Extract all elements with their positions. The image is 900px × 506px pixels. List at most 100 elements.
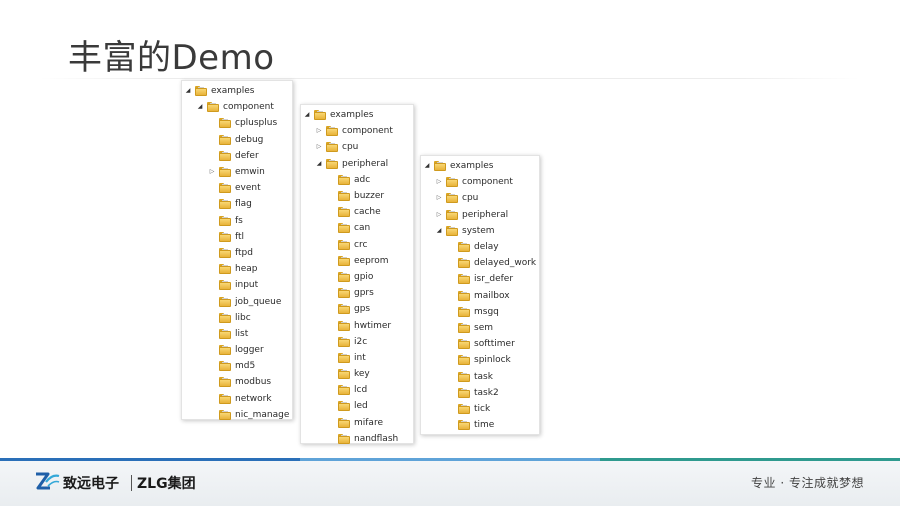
tree-item[interactable]: nic_manage bbox=[182, 407, 292, 423]
folder-icon bbox=[219, 118, 231, 129]
tree-item[interactable]: i2c bbox=[301, 334, 413, 350]
tree-item[interactable]: flag bbox=[182, 196, 292, 212]
logo-divider bbox=[131, 475, 132, 491]
tree-item[interactable]: delay bbox=[421, 239, 539, 255]
folder-icon bbox=[434, 161, 446, 172]
tree-item[interactable]: cplusplus bbox=[182, 115, 292, 131]
tree-item[interactable]: ◢ component bbox=[182, 99, 292, 115]
tree-item[interactable]: mailbox bbox=[421, 288, 539, 304]
tree-item-label: fs bbox=[235, 215, 243, 226]
tree-item[interactable]: ftpd bbox=[182, 245, 292, 261]
expand-arrow-icon[interactable]: ◢ bbox=[315, 160, 323, 167]
folder-tree-panel-peripheral: ◢ examples ▷ component ▷ cpu ◢ peripheral adc buz… bbox=[300, 104, 414, 444]
tree-item[interactable]: key bbox=[301, 366, 413, 382]
footer-accent-line-teal bbox=[600, 458, 900, 461]
tree-item[interactable]: list bbox=[182, 326, 292, 342]
tree-item-label: heap bbox=[235, 264, 258, 275]
folder-icon bbox=[446, 193, 458, 204]
tree-item[interactable]: int bbox=[301, 350, 413, 366]
folder-icon bbox=[458, 242, 470, 253]
tree-item[interactable]: msgq bbox=[421, 304, 539, 320]
tree-item[interactable]: delayed_work bbox=[421, 255, 539, 271]
tree-item[interactable]: task bbox=[421, 368, 539, 384]
tree-item[interactable]: isr_defer bbox=[421, 271, 539, 287]
tree-item[interactable]: ▷ component bbox=[301, 123, 413, 139]
tree-item[interactable]: gpio bbox=[301, 269, 413, 285]
collapse-arrow-icon[interactable]: ▷ bbox=[435, 179, 443, 185]
tree-item-label: hwtimer bbox=[354, 320, 392, 331]
folder-icon bbox=[338, 271, 350, 282]
tree-item[interactable]: libc bbox=[182, 310, 292, 326]
tree-item-label: spinlock bbox=[474, 355, 511, 366]
tree-item[interactable]: time bbox=[421, 417, 539, 433]
folder-icon bbox=[458, 371, 470, 382]
tree-item-label: defer bbox=[235, 150, 259, 161]
expand-arrow-icon[interactable]: ◢ bbox=[435, 227, 443, 234]
tree-item[interactable]: can bbox=[301, 220, 413, 236]
tree-item[interactable]: gps bbox=[301, 301, 413, 317]
tree-item[interactable]: buzzer bbox=[301, 188, 413, 204]
tree-item[interactable]: hwtimer bbox=[301, 317, 413, 333]
folder-icon bbox=[219, 296, 231, 307]
folder-icon bbox=[219, 377, 231, 388]
tree-item[interactable]: ◢ peripheral bbox=[301, 156, 413, 172]
tree-item[interactable]: task2 bbox=[421, 385, 539, 401]
tree-item[interactable]: heap bbox=[182, 261, 292, 277]
tree-item[interactable]: eeprom bbox=[301, 253, 413, 269]
folder-icon bbox=[195, 86, 207, 97]
tree-item[interactable]: ◢ examples bbox=[182, 83, 292, 99]
tree-item-label: component bbox=[342, 126, 393, 137]
tree-item-label: mifare bbox=[354, 417, 383, 428]
tree-item-label: examples bbox=[450, 161, 494, 172]
collapse-arrow-icon[interactable]: ▷ bbox=[435, 195, 443, 201]
tree-item[interactable]: ▷ peripheral bbox=[421, 207, 539, 223]
tree-item[interactable]: nandflash bbox=[301, 431, 413, 447]
collapse-arrow-icon[interactable]: ▷ bbox=[435, 211, 443, 218]
tree-item[interactable]: cache bbox=[301, 204, 413, 220]
tree-item[interactable]: defer bbox=[182, 148, 292, 164]
tree-item[interactable]: network bbox=[182, 391, 292, 407]
tree-item[interactable]: lcd bbox=[301, 382, 413, 398]
tree-item[interactable]: ftl bbox=[182, 229, 292, 245]
tree-item[interactable]: ◢ examples bbox=[301, 107, 413, 123]
expand-arrow-icon[interactable]: ◢ bbox=[184, 88, 192, 94]
tree-item[interactable]: ▷ cpu bbox=[421, 190, 539, 206]
collapse-arrow-icon[interactable]: ▷ bbox=[315, 144, 323, 150]
tree-item[interactable]: logger bbox=[182, 342, 292, 358]
tree-item[interactable]: sem bbox=[421, 320, 539, 336]
tree-item[interactable]: tick bbox=[421, 401, 539, 417]
tree-item[interactable]: fs bbox=[182, 213, 292, 229]
folder-icon bbox=[219, 345, 231, 356]
tree-item-label: gpio bbox=[354, 271, 374, 282]
tree-item-label: libc bbox=[235, 312, 251, 323]
expand-arrow-icon[interactable]: ◢ bbox=[303, 112, 311, 118]
tree-item[interactable]: ◢ system bbox=[421, 223, 539, 239]
tree-item[interactable]: mifare bbox=[301, 415, 413, 431]
tree-item-label: delayed_work bbox=[474, 258, 537, 269]
folder-icon bbox=[338, 191, 350, 202]
tree-item[interactable]: crc bbox=[301, 237, 413, 253]
tree-item[interactable]: ▷ cpu bbox=[301, 139, 413, 155]
folder-icon bbox=[338, 174, 350, 185]
tree-item[interactable]: ▷ emwin bbox=[182, 164, 292, 180]
folder-icon bbox=[338, 255, 350, 266]
collapse-arrow-icon[interactable]: ▷ bbox=[315, 128, 323, 134]
tree-item[interactable]: led bbox=[301, 398, 413, 414]
tree-item[interactable]: gprs bbox=[301, 285, 413, 301]
expand-arrow-icon[interactable]: ◢ bbox=[196, 104, 204, 110]
collapse-arrow-icon[interactable]: ▷ bbox=[208, 169, 216, 175]
tree-item[interactable]: debug bbox=[182, 132, 292, 148]
tree-item[interactable]: input bbox=[182, 277, 292, 293]
tree-item[interactable]: job_queue bbox=[182, 293, 292, 309]
tree-item-label: ftl bbox=[235, 231, 245, 242]
tree-item[interactable]: softtimer bbox=[421, 336, 539, 352]
expand-arrow-icon[interactable]: ◢ bbox=[423, 163, 431, 169]
tree-item[interactable]: ▷ component bbox=[421, 174, 539, 190]
tree-item[interactable]: adc bbox=[301, 172, 413, 188]
tree-item[interactable]: event bbox=[182, 180, 292, 196]
tree-item[interactable]: md5 bbox=[182, 358, 292, 374]
tree-item[interactable]: spinlock bbox=[421, 352, 539, 368]
tree-item[interactable]: ◢ examples bbox=[421, 158, 539, 174]
tree-item-label: key bbox=[354, 369, 370, 380]
tree-item[interactable]: modbus bbox=[182, 374, 292, 390]
